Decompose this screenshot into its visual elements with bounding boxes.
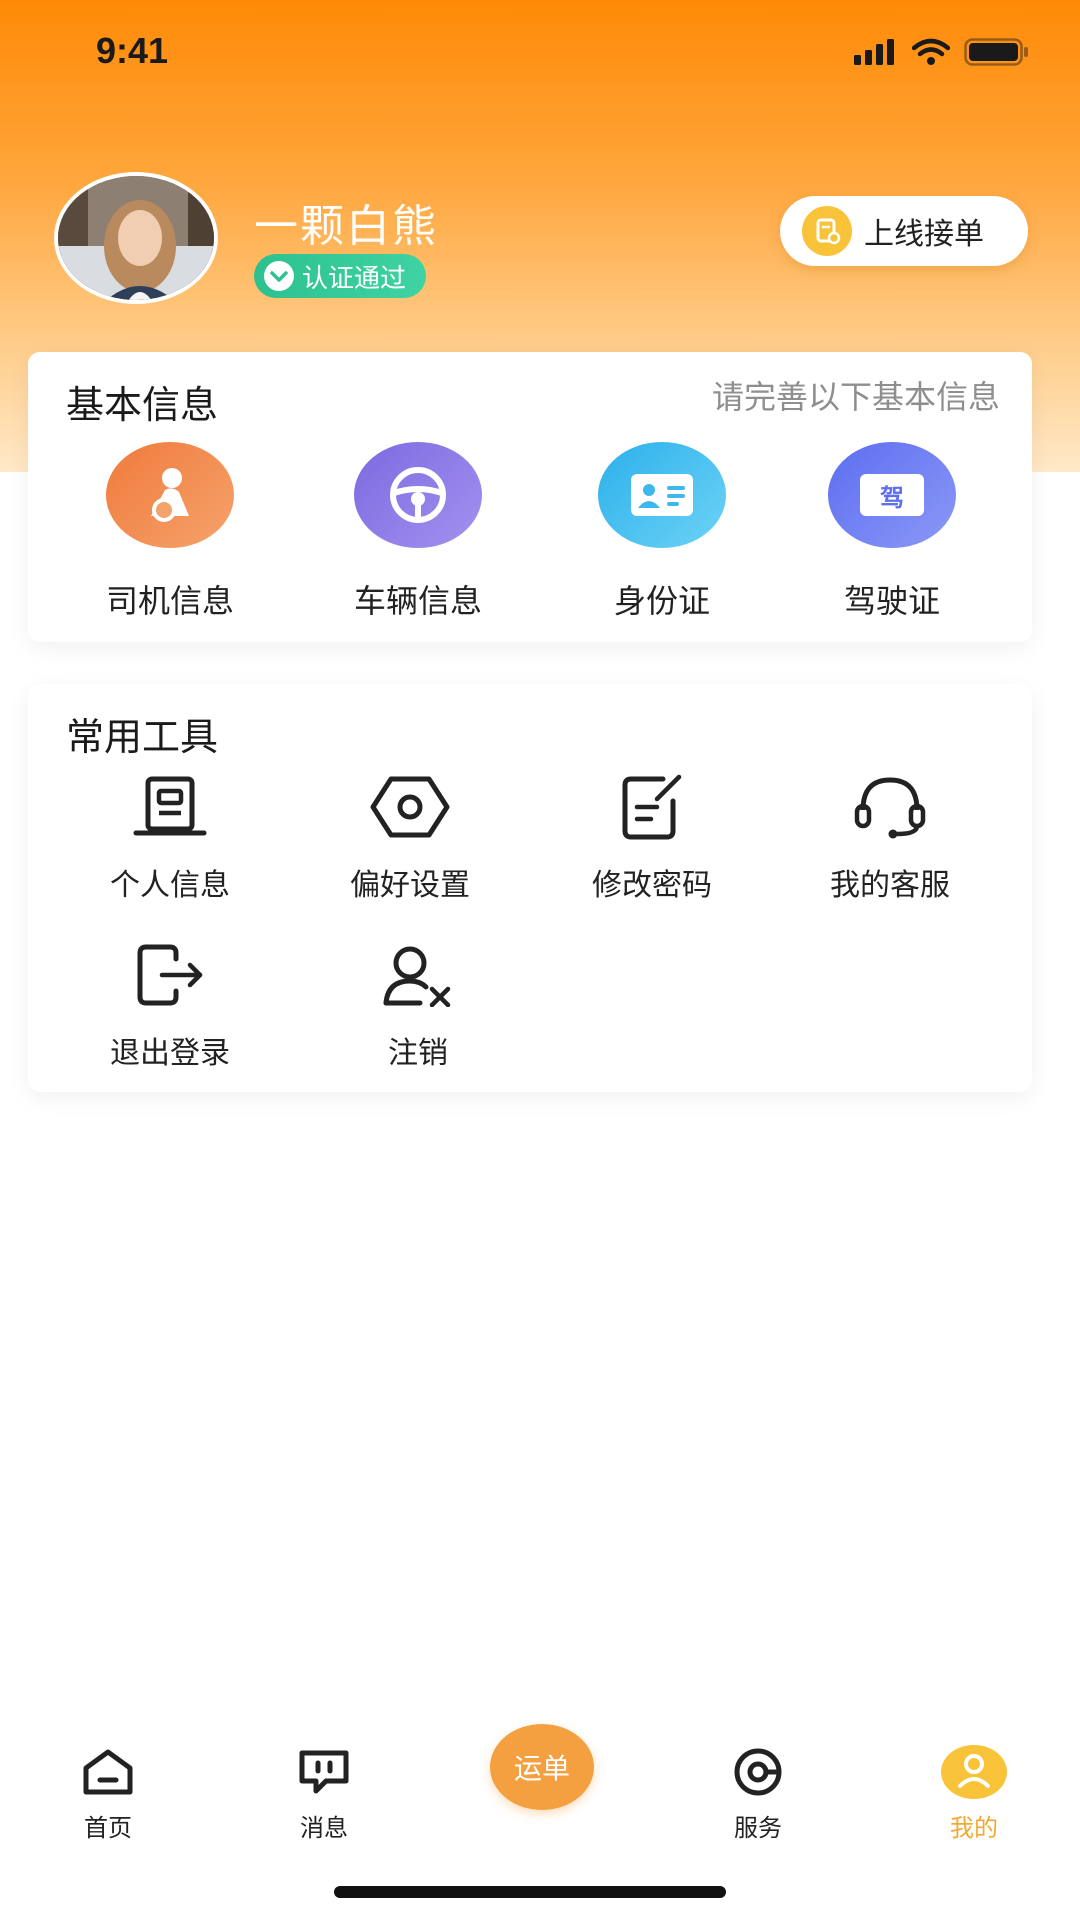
- tab-services[interactable]: 服务: [688, 1744, 828, 1843]
- status-bar: 9:41: [0, 0, 1080, 110]
- logout-icon: [125, 940, 215, 1010]
- signal-icon: [854, 39, 894, 65]
- basic-info-hint: 请完善以下基本信息: [711, 378, 1000, 416]
- tool-label: 偏好设置: [350, 868, 470, 903]
- tools-card: 常用工具 个人信息 偏好设置 修改密码 我的客服 退出登录 注销: [28, 684, 1032, 1092]
- tools-title: 常用工具: [66, 715, 219, 759]
- id-card-icon: [598, 442, 726, 548]
- home-icon: [38, 1744, 178, 1800]
- verify-label: 认证通过: [302, 263, 407, 294]
- tab-label: 服务: [734, 1814, 782, 1842]
- basic-info-card: 基本信息 请完善以下基本信息 司机信息 车辆信息 身份证 驾 驾驶证: [28, 352, 1032, 642]
- tab-me[interactable]: 我的: [904, 1744, 1044, 1843]
- home-indicator: [334, 1886, 726, 1898]
- basic-item-label: 司机信息: [105, 582, 234, 620]
- tool-preferences[interactable]: 偏好设置: [310, 772, 510, 904]
- steering-wheel-icon: [354, 442, 482, 548]
- tool-logout[interactable]: 退出登录: [70, 940, 270, 1072]
- message-icon: [254, 1744, 394, 1800]
- status-icons: [854, 38, 1030, 66]
- tool-change-password[interactable]: 修改密码: [552, 772, 752, 904]
- tool-label: 注销: [388, 1036, 448, 1071]
- user-remove-icon: [373, 940, 463, 1010]
- verify-badge: 认证通过: [254, 254, 427, 298]
- tool-label: 修改密码: [592, 868, 712, 903]
- tab-label: 首页: [84, 1814, 132, 1842]
- basic-item-vehicle-info[interactable]: 车辆信息: [318, 442, 518, 622]
- go-online-label: 上线接单: [864, 217, 984, 252]
- basic-item-drivers-license[interactable]: 驾 驾驶证: [792, 442, 992, 622]
- service-icon: [688, 1744, 828, 1800]
- tab-bar: 首页 消息 运单 服务 我的: [0, 1724, 1080, 1874]
- go-online-button[interactable]: 上线接单: [780, 196, 1028, 266]
- user-name: 一颗白熊: [254, 201, 438, 252]
- headset-icon: [845, 772, 935, 842]
- check-icon: [264, 261, 294, 291]
- edit-doc-icon: [607, 772, 697, 842]
- tool-label: 我的客服: [830, 868, 950, 903]
- basic-item-label: 驾驶证: [843, 582, 940, 620]
- tool-label: 退出登录: [110, 1036, 230, 1071]
- basic-info-title: 基本信息: [66, 383, 219, 427]
- basic-item-label: 车辆信息: [353, 582, 482, 620]
- profile-doc-icon: [125, 772, 215, 842]
- tool-deregister[interactable]: 注销: [318, 940, 518, 1072]
- tab-label: 我的: [950, 1814, 998, 1842]
- license-glyph: 驾: [860, 474, 924, 516]
- tool-personal-info[interactable]: 个人信息: [70, 772, 270, 904]
- basic-item-driver-info[interactable]: 司机信息: [70, 442, 270, 622]
- driver-icon: [106, 442, 234, 548]
- tab-messages[interactable]: 消息: [254, 1744, 394, 1843]
- status-time: 9:41: [96, 30, 169, 71]
- tab-waybill-label: 运单: [513, 1752, 570, 1785]
- settings-hex-icon: [365, 772, 455, 842]
- tool-label: 个人信息: [110, 868, 230, 903]
- tool-customer-service[interactable]: 我的客服: [790, 772, 990, 904]
- basic-item-id-card[interactable]: 身份证: [562, 442, 762, 622]
- tab-waybill[interactable]: 运单: [490, 1724, 594, 1810]
- license-icon: 驾: [828, 442, 956, 548]
- screen: 9:41 一颗白熊 认证通过 上线接单 基本信息 请完善以下基本信息 司机信息 …: [0, 0, 1080, 1920]
- basic-item-label: 身份证: [613, 582, 710, 620]
- tab-label: 消息: [300, 1814, 348, 1842]
- user-icon: [904, 1744, 1044, 1800]
- order-coin-icon: [802, 206, 852, 256]
- wifi-icon: [912, 38, 950, 65]
- avatar[interactable]: [54, 172, 218, 304]
- battery-icon: [964, 38, 1028, 66]
- tab-home[interactable]: 首页: [38, 1744, 178, 1843]
